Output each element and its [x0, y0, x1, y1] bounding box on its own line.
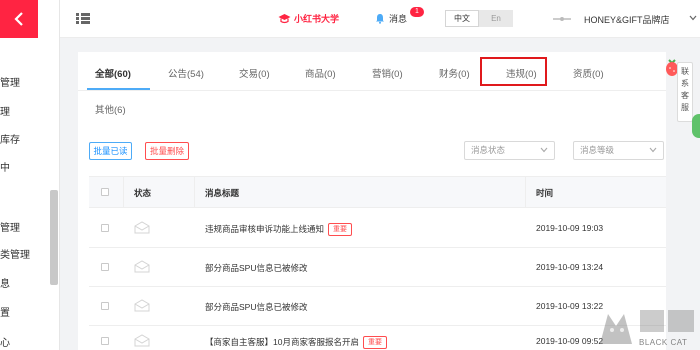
messages-link[interactable]: 消息: [375, 12, 407, 25]
level-select-placeholder: 消息等级: [580, 145, 615, 155]
message-center-card: 全部(60) 公告(54) 交易(0) 商品(0) 营销(0) 财务(0) 违规…: [78, 52, 666, 350]
table-row[interactable]: 部分商品SPU信息已被修改 2019-10-09 13:22: [89, 287, 666, 326]
sidebar-item[interactable]: 类管理: [0, 246, 50, 261]
important-tag: 重要: [362, 336, 387, 350]
message-title-text: 【商家自主客服】10月商家客服报名开启: [205, 337, 359, 347]
envelope-icon: [134, 334, 150, 347]
message-level-select[interactable]: 消息等级: [573, 141, 664, 160]
chevron-left-icon: [14, 12, 23, 26]
service-label-char: 联: [681, 67, 689, 76]
column-header-status: 状态: [134, 188, 152, 198]
message-time: 2019-10-09 13:22: [536, 301, 604, 311]
tab-trade[interactable]: 交易(0): [239, 66, 270, 80]
table-row[interactable]: 部分商品SPU信息已被修改 2019-10-09 13:24: [89, 248, 666, 287]
sidebar-item[interactable]: 息: [0, 275, 50, 290]
envelope-icon: [134, 221, 150, 234]
tab-marketing[interactable]: 营销(0): [372, 66, 403, 80]
top-header: 小红书大学 消息 1 中文 En HONEY&GIFT品牌店: [60, 0, 700, 38]
important-tag: 重要: [328, 223, 353, 237]
message-title[interactable]: 违规商品审核申诉功能上线通知 重要: [205, 223, 353, 237]
tab-announcement[interactable]: 公告(54): [168, 66, 204, 80]
lang-en-button[interactable]: En: [479, 10, 513, 27]
sidebar-collapse-button[interactable]: [0, 0, 38, 38]
sidebar-item[interactable]: 管理: [0, 219, 50, 234]
language-switch: 中文 En: [445, 10, 513, 27]
table-row[interactable]: 违规商品审核申诉功能上线通知 重要 2019-10-09 19:03: [89, 209, 666, 248]
sidebar-scrollbar[interactable]: [50, 190, 58, 285]
row-checkbox[interactable]: [101, 337, 109, 345]
graduation-cap-icon: [278, 14, 291, 24]
message-status-select[interactable]: 消息状态: [464, 141, 555, 160]
annotation-highlight-box: [480, 57, 547, 86]
table-header: 状态 消息标题 时间: [89, 176, 666, 208]
tab-other[interactable]: 其他(6): [95, 102, 126, 116]
row-checkbox[interactable]: [101, 224, 109, 232]
column-divider: [194, 177, 195, 208]
row-checkbox[interactable]: [101, 302, 109, 310]
column-divider: [525, 177, 526, 208]
status-select-placeholder: 消息状态: [471, 145, 506, 155]
sidebar-item[interactable]: 心: [0, 334, 50, 349]
message-title[interactable]: 部分商品SPU信息已被修改: [205, 301, 307, 313]
menu-grid-icon[interactable]: [76, 13, 90, 24]
page: 管理 理 库存 中 管理 类管理 息 置 心 小红书大学 消息 1 中文 En …: [0, 0, 700, 350]
message-title-text: 违规商品审核申诉功能上线通知: [205, 224, 325, 234]
message-time: 2019-10-09 13:24: [536, 262, 604, 272]
chevron-down-icon: [540, 147, 548, 153]
sidebar: 管理 理 库存 中 管理 类管理 息 置 心: [0, 0, 60, 350]
brand-name: 小红书大学: [294, 14, 340, 24]
select-all-checkbox[interactable]: [101, 188, 109, 196]
message-time: 2019-10-09 19:03: [536, 223, 604, 233]
tab-product[interactable]: 商品(0): [305, 66, 336, 80]
tab-finance[interactable]: 财务(0): [439, 66, 470, 80]
sidebar-item[interactable]: 置: [0, 304, 50, 319]
sidebar-item[interactable]: 中: [0, 159, 50, 174]
brand-logo[interactable]: 小红书大学: [278, 12, 339, 25]
mark-read-button[interactable]: 批量已读: [89, 142, 132, 160]
service-label-char: 系: [681, 79, 689, 88]
envelope-icon: [134, 260, 150, 273]
sidebar-item[interactable]: 理: [0, 103, 50, 118]
chevron-down-icon[interactable]: [689, 15, 697, 21]
sidebar-item[interactable]: 管理: [0, 74, 50, 89]
floating-chat-button[interactable]: [692, 114, 700, 138]
batch-delete-button[interactable]: 批量删除: [145, 142, 189, 160]
envelope-icon: [134, 299, 150, 312]
tabs-divider: [78, 90, 666, 91]
service-label-char: 客: [681, 91, 689, 100]
message-title[interactable]: 部分商品SPU信息已被修改: [205, 262, 307, 274]
column-header-time: 时间: [536, 188, 554, 198]
tab-qualification[interactable]: 资质(0): [573, 66, 604, 80]
column-header-title: 消息标题: [205, 188, 240, 198]
message-time: 2019-10-09 09:52: [536, 336, 604, 346]
chevron-down-icon: [649, 147, 657, 153]
contact-service-widget[interactable]: 联 系 客 服: [677, 62, 693, 122]
messages-label: 消息: [389, 14, 408, 24]
column-divider: [123, 177, 124, 208]
shop-name[interactable]: HONEY&GIFT品牌店: [584, 13, 670, 26]
service-label-char: 服: [681, 103, 689, 112]
bell-icon: [376, 14, 384, 24]
lang-zh-button[interactable]: 中文: [445, 10, 479, 27]
message-title[interactable]: 【商家自主客服】10月商家客服报名开启 重要: [205, 336, 387, 350]
messages-count-badge: 1: [410, 7, 424, 17]
shop-logo: [553, 17, 571, 21]
tab-all[interactable]: 全部(60): [95, 66, 131, 80]
watermark-text: BLACK CAT: [639, 338, 688, 347]
row-checkbox[interactable]: [101, 263, 109, 271]
table-row[interactable]: 【商家自主客服】10月商家客服报名开启 重要 2019-10-09 09:52: [89, 326, 666, 350]
sidebar-item[interactable]: 库存: [0, 131, 50, 146]
